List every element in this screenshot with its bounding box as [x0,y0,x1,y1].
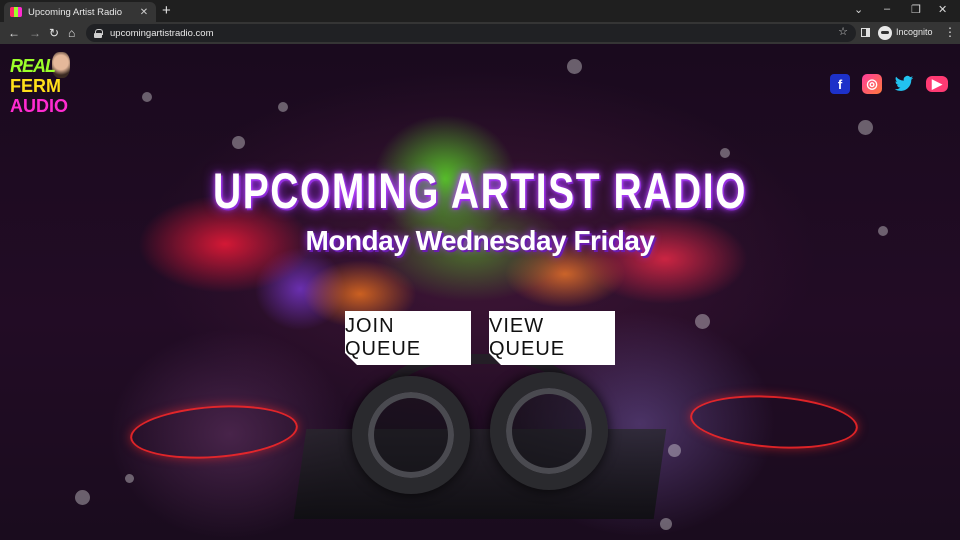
reload-button[interactable]: ↻ [49,25,59,41]
back-button[interactable]: ← [8,25,20,41]
logo-text-ferm: FERM [10,76,61,96]
close-window-button[interactable]: ✕ [938,3,947,16]
bookmark-star-icon[interactable]: ☆ [838,25,848,38]
left-turntable-ring [128,400,300,464]
social-links: f ◎ ▶ [830,74,948,94]
bokeh-light [660,518,672,530]
bokeh-light [75,490,90,505]
address-bar[interactable]: upcomingartistradio.com ☆ [86,24,856,42]
right-headphone-cup [490,372,608,490]
hero-section: REAL FERM AUDIO f ◎ ▶ UPCOMING ARTIST RA… [0,44,960,540]
instagram-icon[interactable]: ◎ [862,74,882,94]
schedule-subtitle: Monday Wednesday Friday [305,225,655,256]
left-headphone-cup [352,376,470,494]
page-title: UPCOMING ARTIST RADIO [213,163,747,219]
side-panel-icon[interactable] [861,28,870,37]
twitter-icon[interactable] [894,74,914,94]
bokeh-light [720,148,730,158]
tab-search-button[interactable]: ⌄ [854,3,863,16]
bokeh-light [278,102,288,112]
incognito-label[interactable]: Incognito [896,27,933,37]
browser-tab-bar: Upcoming Artist Radio ✕ + ⌄ – ❐ ✕ [0,0,960,22]
logo-text-real: REAL [10,56,56,76]
bokeh-light [695,314,710,329]
right-turntable-ring [688,390,860,454]
view-queue-button[interactable]: VIEW QUEUE [489,311,615,365]
minimize-button[interactable]: – [884,3,890,15]
youtube-icon[interactable]: ▶ [926,76,948,92]
bokeh-light [125,474,134,483]
restore-button[interactable]: ❐ [911,3,921,16]
url-text[interactable]: upcomingartistradio.com [110,28,214,39]
incognito-icon[interactable] [878,26,892,40]
forward-button[interactable]: → [29,25,41,41]
bokeh-light [668,444,681,457]
browser-tab[interactable]: Upcoming Artist Radio ✕ [4,2,156,22]
close-tab-icon[interactable]: ✕ [138,7,150,18]
tab-title: Upcoming Artist Radio [28,6,122,18]
new-tab-button[interactable]: + [162,3,171,18]
real-ferm-audio-logo[interactable]: REAL FERM AUDIO [10,52,70,122]
bokeh-light [567,59,582,74]
bokeh-light [232,136,245,149]
join-queue-button[interactable]: JOIN QUEUE [345,311,471,365]
site-favicon-icon [10,7,22,17]
bokeh-light [142,92,152,102]
browser-toolbar: ← → ↻ ⌂ upcomingartistradio.com ☆ Incogn… [0,22,960,44]
twitter-bird-icon [894,75,914,91]
logo-text-audio: AUDIO [10,96,68,116]
browser-menu-icon[interactable]: ⋮ [944,25,956,39]
bokeh-light [858,120,873,135]
home-button[interactable]: ⌂ [68,25,75,41]
lock-icon[interactable] [94,28,103,38]
facebook-icon[interactable]: f [830,74,850,94]
